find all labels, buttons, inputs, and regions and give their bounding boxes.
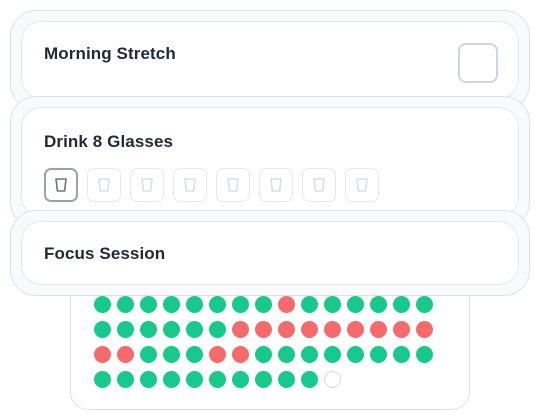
habit-card-focus-session[interactable]: Focus Session <box>10 210 530 296</box>
day-dot-done <box>347 346 364 363</box>
glass-counter <box>44 168 379 202</box>
day-dot-done <box>255 346 272 363</box>
day-dot-missed <box>370 321 387 338</box>
glass-button[interactable] <box>173 168 207 202</box>
day-dot-done <box>209 321 226 338</box>
day-dot-missed <box>347 321 364 338</box>
day-dot-missed <box>209 346 226 363</box>
day-dot-done <box>370 346 387 363</box>
day-dot-done <box>94 371 111 388</box>
habit-title: Focus Session <box>44 244 166 263</box>
day-dot-done <box>278 371 295 388</box>
day-dot-missed <box>232 346 249 363</box>
day-dot-done <box>117 321 134 338</box>
day-dot-missed <box>232 321 249 338</box>
day-dot-done <box>416 346 433 363</box>
glass-button[interactable] <box>302 168 336 202</box>
day-dot-missed <box>324 321 341 338</box>
habit-title: Drink 8 Glasses <box>44 132 174 151</box>
day-dot-missed <box>278 296 295 313</box>
glass-button[interactable] <box>216 168 250 202</box>
day-dot-done <box>255 296 272 313</box>
day-dot-done <box>163 371 180 388</box>
history-dot-grid <box>94 296 433 388</box>
day-dot-missed <box>416 321 433 338</box>
day-dot-done <box>163 296 180 313</box>
day-dot-done <box>301 346 318 363</box>
habit-card-inner: Drink 8 Glasses <box>21 107 519 217</box>
day-dot-done <box>186 296 203 313</box>
day-dot-done <box>140 371 157 388</box>
habit-checkbox[interactable] <box>458 43 498 83</box>
day-dot-done <box>140 346 157 363</box>
day-dot-done <box>94 321 111 338</box>
habit-card-inner: Morning Stretch <box>21 21 519 99</box>
habit-card-drink-glasses[interactable]: Drink 8 Glasses <box>10 96 530 228</box>
day-dot-done <box>324 346 341 363</box>
day-dot-done <box>186 346 203 363</box>
day-dot-done <box>186 371 203 388</box>
day-dot-done <box>94 296 111 313</box>
day-dot-missed <box>393 321 410 338</box>
glass-button[interactable] <box>130 168 164 202</box>
day-dot-done <box>324 296 341 313</box>
glass-icon <box>184 178 196 192</box>
day-dot-done <box>186 321 203 338</box>
day-dot-missed <box>278 321 295 338</box>
day-dot-done <box>347 296 364 313</box>
day-dot-done <box>416 296 433 313</box>
day-dot-done <box>370 296 387 313</box>
glass-icon <box>98 178 110 192</box>
glass-icon <box>270 178 282 192</box>
day-dot-done <box>140 321 157 338</box>
day-dot-done <box>301 371 318 388</box>
day-dot-missed <box>255 321 272 338</box>
day-dot-done <box>232 371 249 388</box>
day-dot-done <box>163 321 180 338</box>
glass-icon <box>55 178 67 192</box>
day-dot-done <box>209 296 226 313</box>
glass-button[interactable] <box>345 168 379 202</box>
day-dot-done <box>209 371 226 388</box>
day-dot-done <box>117 296 134 313</box>
glass-icon <box>227 178 239 192</box>
habit-card-morning-stretch[interactable]: Morning Stretch <box>10 10 530 110</box>
day-dot-done <box>393 296 410 313</box>
day-dot-missed <box>94 346 111 363</box>
day-dot-done <box>140 296 157 313</box>
day-dot-done <box>163 346 180 363</box>
glass-icon <box>356 178 368 192</box>
habit-title: Morning Stretch <box>44 44 176 63</box>
glass-button[interactable] <box>44 168 78 202</box>
glass-icon <box>313 178 325 192</box>
day-dot-done <box>278 346 295 363</box>
day-dot-done <box>393 346 410 363</box>
day-dot-empty <box>324 371 341 388</box>
habit-card-inner: Focus Session <box>21 221 519 285</box>
day-dot-done <box>117 371 134 388</box>
day-dot-done <box>301 296 318 313</box>
day-dot-done <box>232 296 249 313</box>
glass-button[interactable] <box>87 168 121 202</box>
day-dot-missed <box>301 321 318 338</box>
glass-button[interactable] <box>259 168 293 202</box>
glass-icon <box>141 178 153 192</box>
day-dot-done <box>255 371 272 388</box>
habit-tracker: Morning Stretch Drink 8 Glasses Focus Se… <box>0 0 540 420</box>
day-dot-missed <box>117 346 134 363</box>
